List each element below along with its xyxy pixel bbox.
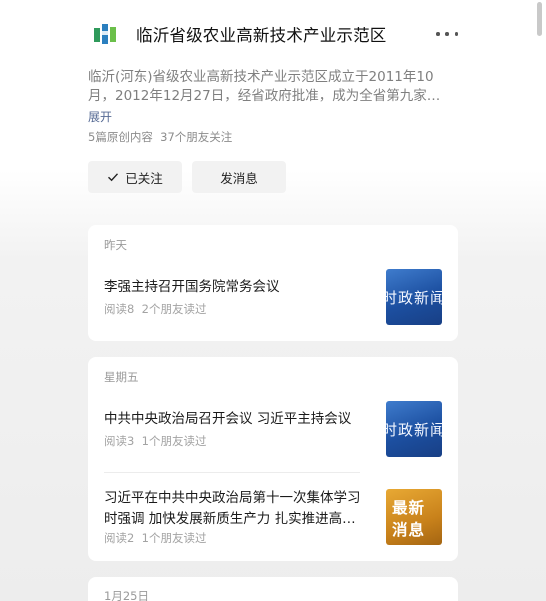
expand-link[interactable]: 展开 xyxy=(88,108,112,125)
scrollbar[interactable] xyxy=(537,2,542,36)
thumbnail-text: 时政新闻 xyxy=(386,289,442,307)
thumbnail-text-line2: 消息 xyxy=(392,521,426,539)
followed-button-label: 已关注 xyxy=(125,170,163,186)
account-description: 临沂(河东)省级农业高新技术产业示范区成立于2011年10月，2012年12月2… xyxy=(88,68,458,106)
article-title[interactable]: 李强主持召开国务院常务会议 xyxy=(104,277,366,298)
article-meta: 阅读8 2个朋友读过 xyxy=(104,302,207,316)
article-title[interactable]: 中共中央政治局召开会议 习近平主持会议 xyxy=(104,409,366,430)
thumbnail-text-line1: 最新 xyxy=(392,499,426,517)
account-logo-icon xyxy=(94,24,116,44)
article-title[interactable]: 习近平在中共中央政治局第十一次集体学习时强调 加快发展新质生产力 扎实推进高… xyxy=(104,488,366,530)
feed-date: 1月25日 xyxy=(104,589,149,601)
article-thumbnail[interactable]: 时政新闻 xyxy=(386,269,442,325)
feed-date: 昨天 xyxy=(104,238,127,252)
article-thumbnail[interactable]: 时政新闻 xyxy=(386,401,442,457)
feed-card: 昨天 李强主持召开国务院常务会议 阅读8 2个朋友读过 时政新闻 xyxy=(88,225,458,341)
check-icon xyxy=(108,173,119,182)
article-item[interactable]: 李强主持召开国务院常务会议 阅读8 2个朋友读过 时政新闻 xyxy=(104,269,442,325)
account-description-text: 临沂(河东)省级农业高新技术产业示范区成立于2011年10月，2012年12月2… xyxy=(88,69,441,104)
account-stats: 5篇原创内容 37个朋友关注 xyxy=(88,130,233,144)
send-message-button[interactable]: 发消息 xyxy=(192,161,286,193)
account-name: 临沂省级农业高新技术产业示范区 xyxy=(136,26,387,45)
article-meta: 阅读3 1个朋友读过 xyxy=(104,434,207,448)
followed-button[interactable]: 已关注 xyxy=(88,161,182,193)
article-item[interactable]: 中共中央政治局召开会议 习近平主持会议 阅读3 1个朋友读过 时政新闻 xyxy=(104,401,442,457)
feed-date: 星期五 xyxy=(104,370,139,384)
thumbnail-text: 时政新闻 xyxy=(386,421,442,439)
profile-header: 临沂省级农业高新技术产业示范区 xyxy=(0,0,546,70)
feed-card: 1月25日 xyxy=(88,577,458,601)
feed-card: 星期五 中共中央政治局召开会议 习近平主持会议 阅读3 1个朋友读过 时政新闻 … xyxy=(88,357,458,561)
divider xyxy=(104,472,360,473)
article-meta: 阅读2 1个朋友读过 xyxy=(104,531,207,545)
more-options-icon[interactable] xyxy=(436,24,458,44)
article-item[interactable]: 习近平在中共中央政治局第十一次集体学习时强调 加快发展新质生产力 扎实推进高… … xyxy=(104,488,442,548)
article-thumbnail[interactable]: 最新 消息 xyxy=(386,489,442,545)
